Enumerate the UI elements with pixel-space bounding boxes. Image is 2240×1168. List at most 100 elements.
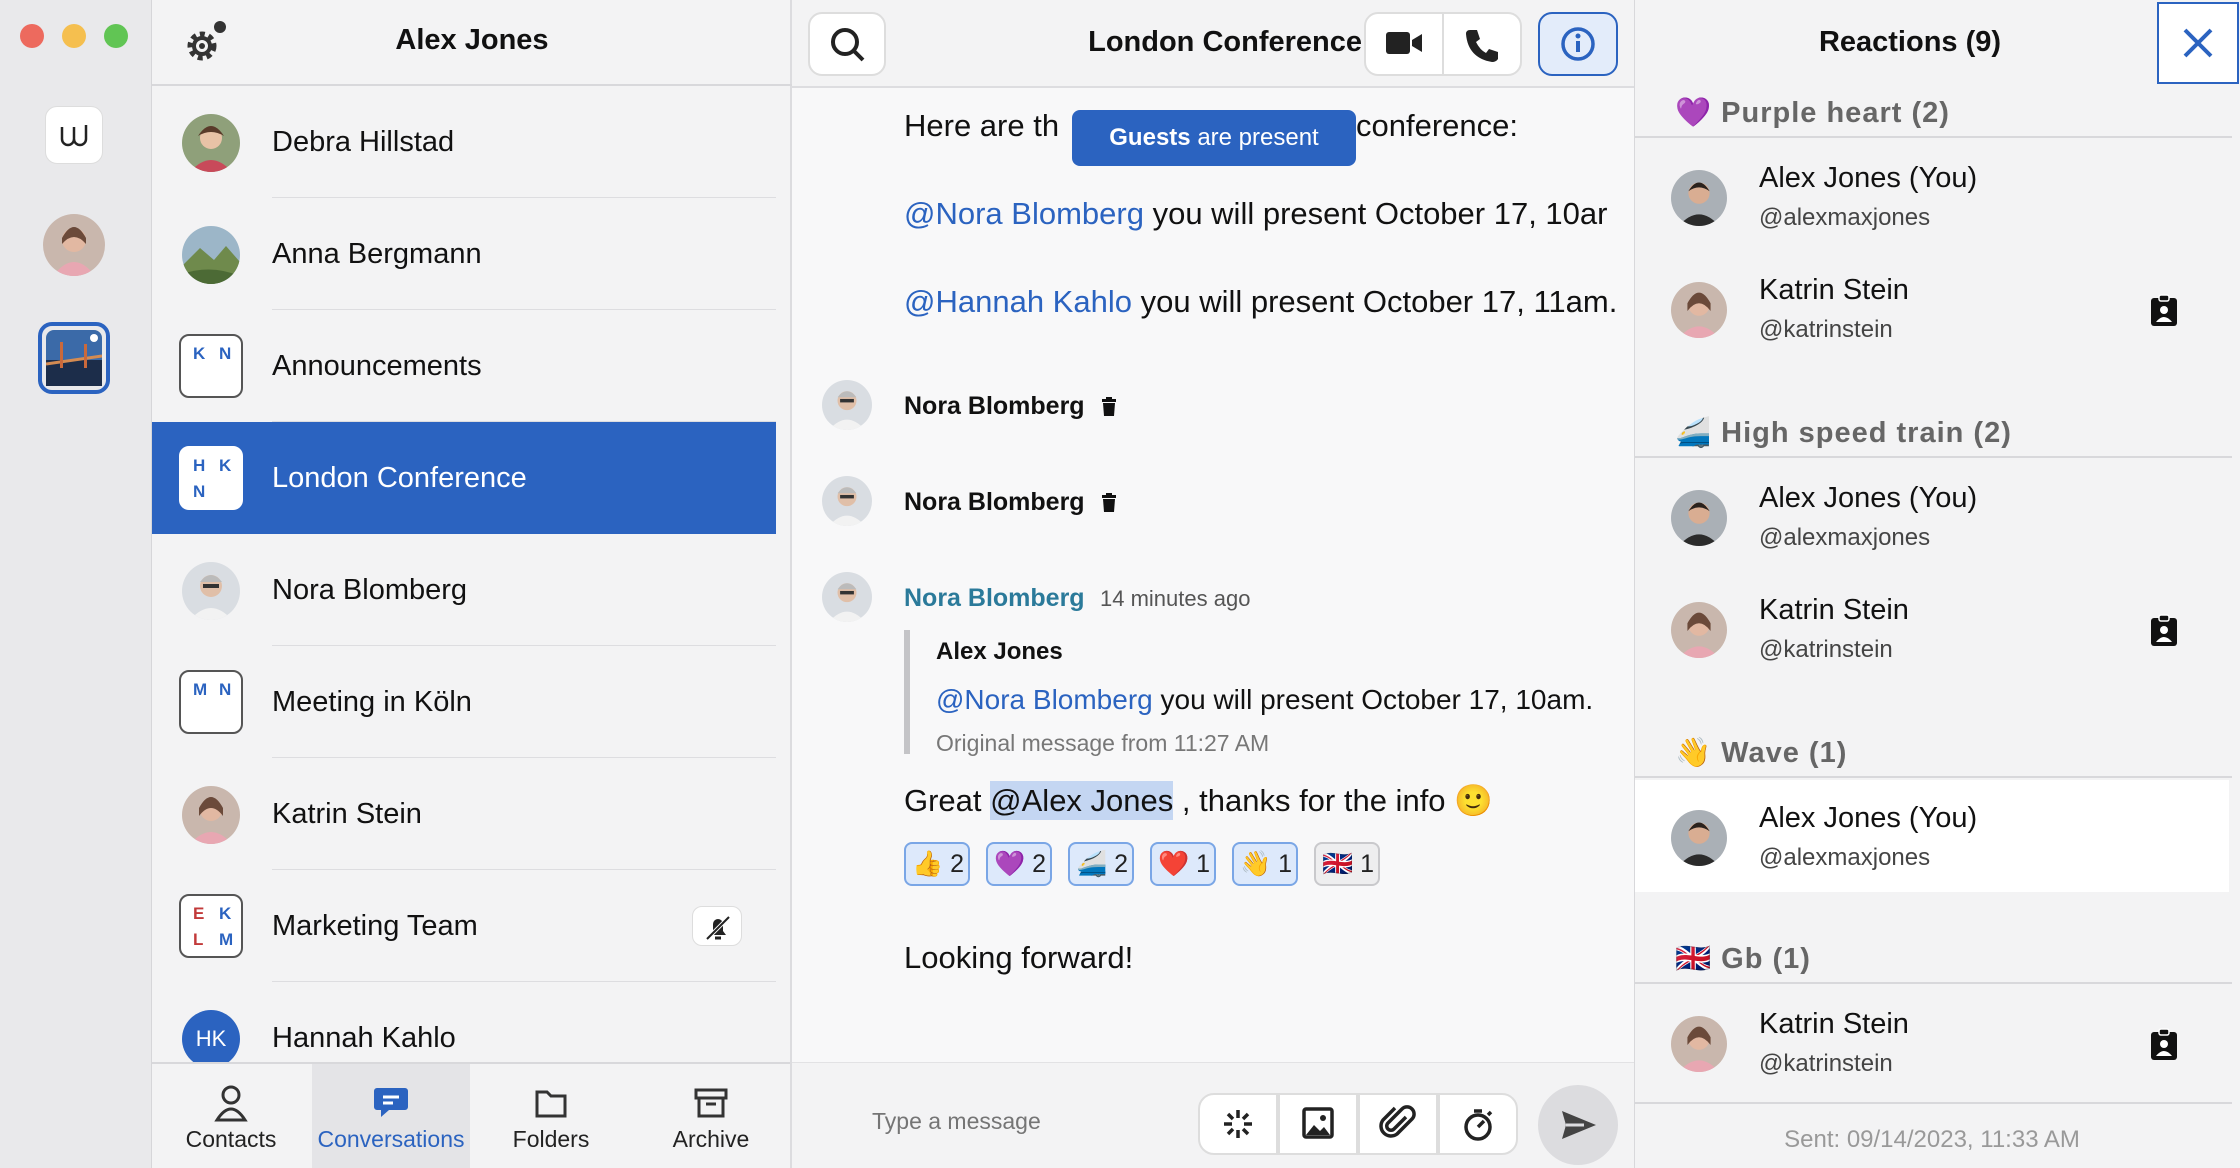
tab-folders[interactable]: Folders [472, 1064, 630, 1168]
reaction-gb-flag[interactable]: 🇬🇧 1 [1314, 842, 1380, 886]
quote-author: Alex Jones [936, 638, 1063, 665]
avatar[interactable] [822, 380, 872, 430]
reaction-user-row[interactable]: Katrin Stein @katrinstein [1635, 252, 2229, 364]
wire-logo-icon[interactable] [45, 106, 103, 164]
info-icon [1561, 27, 1595, 61]
conversation-item-katrin-stein[interactable]: Katrin Stein [152, 758, 776, 870]
maximize-window-button[interactable] [104, 24, 128, 48]
tab-conversations[interactable]: Conversations [312, 1064, 470, 1168]
reaction-group-heading: 💜 Purple heart (2) [1675, 97, 1950, 129]
presentation-line-2: @Hannah Kahlo you will present October 1… [904, 284, 1618, 319]
group-avatar: E K L M [179, 894, 243, 958]
reaction-user-row-highlighted[interactable]: Alex Jones (You) @alexmaxjones [1635, 780, 2229, 892]
reaction-user-row[interactable]: Katrin Stein @katrinstein [1635, 572, 2229, 684]
conversation-info-button[interactable] [1538, 12, 1618, 76]
reply-body: Great @Alex Jones , thanks for the info … [904, 781, 1493, 820]
account-avatar[interactable] [43, 214, 105, 276]
reaction-user-row[interactable]: Alex Jones (You) @alexmaxjones [1635, 460, 2229, 572]
guest-badge-icon [2149, 294, 2179, 328]
reaction-thumbs-up[interactable]: 👍 2 [904, 842, 970, 886]
timed-message-button[interactable] [1438, 1093, 1518, 1155]
conversation-item-london-conference[interactable]: H K N London Conference [152, 422, 776, 534]
list-header: Alex Jones [152, 0, 792, 86]
mention[interactable]: @Nora Blomberg [904, 196, 1144, 231]
reaction-purple-heart[interactable]: 💜 2 [986, 842, 1052, 886]
message-input[interactable] [872, 1091, 1172, 1151]
conversation-item-hannah-kahlo[interactable]: HK Hannah Kahlo [152, 982, 776, 1062]
close-icon [2183, 28, 2213, 58]
conversation-item-nora-blomberg[interactable]: Nora Blomberg [152, 534, 776, 646]
close-window-button[interactable] [20, 24, 44, 48]
group-avatar: H K N [179, 446, 243, 510]
message-timestamp: 14 minutes ago [1100, 586, 1251, 611]
reaction-user-row[interactable]: Alex Jones (You) @alexmaxjones [1635, 140, 2229, 252]
avatar [1671, 602, 1727, 658]
send-arrow-icon [1562, 1111, 1596, 1139]
audio-call-button[interactable] [1442, 12, 1522, 76]
intro-message-end: conference: [1356, 108, 1518, 143]
conversation-item-announcements[interactable]: K N Announcements [152, 310, 776, 422]
close-panel-button[interactable] [2157, 2, 2239, 84]
image-upload-button[interactable] [1278, 1093, 1358, 1155]
conversation-item-meeting-in-koln[interactable]: M N Meeting in Köln [152, 646, 776, 758]
current-user-name: Alex Jones [395, 24, 549, 56]
reactions-panel: Reactions (9) 💜 Purple heart (2) Alex Jo… [1634, 0, 2240, 1168]
deleted-message-sender: Nora Blomberg [904, 488, 1085, 516]
avatar [1671, 170, 1727, 226]
conversation-name: Meeting in Köln [272, 686, 472, 718]
reaction-group-heading: 👋 Wave (1) [1675, 737, 1848, 769]
conversation-title: London Conference [1088, 26, 1362, 58]
reaction-wave[interactable]: 👋 1 [1232, 842, 1298, 886]
avatar [1671, 282, 1727, 338]
minimize-window-button[interactable] [62, 24, 86, 48]
avatar[interactable] [822, 572, 872, 622]
conversation-name: Marketing Team [272, 910, 478, 942]
folder-icon [535, 1090, 567, 1118]
avatar[interactable] [822, 476, 872, 526]
chat-icon [374, 1088, 408, 1117]
mention-highlighted[interactable]: @Alex Jones [990, 781, 1174, 820]
mention[interactable]: @Hannah Kahlo [904, 284, 1132, 319]
ping-icon [1224, 1110, 1252, 1138]
panel-header: Reactions (9) [1635, 0, 2240, 86]
conversation-name: Hannah Kahlo [272, 1022, 456, 1054]
presentation-line-1: @Nora Blomberg you will present October … [904, 196, 1608, 231]
conversation-name: Nora Blomberg [272, 574, 468, 606]
video-call-button[interactable] [1364, 12, 1444, 76]
send-button[interactable] [1538, 1085, 1618, 1165]
archive-icon [694, 1088, 728, 1118]
conversation-item-anna-bergmann[interactable]: Anna Bergmann [152, 198, 776, 310]
search-button[interactable] [808, 12, 886, 76]
message-composer [792, 1062, 1634, 1168]
conversation-name: Debra Hillstad [272, 126, 455, 158]
workspace-rail [0, 0, 152, 1168]
conversation-item-debra-hillstad[interactable]: Debra Hillstad [152, 86, 776, 198]
panel-title: Reactions (9) [1818, 26, 2002, 58]
last-message: Looking forward! [904, 940, 1134, 975]
conversation-item-marketing-team[interactable]: E K L M Marketing Team [152, 870, 776, 982]
deleted-message-sender: Nora Blomberg [904, 392, 1085, 420]
quoted-message[interactable]: @Nora Blomberg you will present October … [936, 684, 1593, 716]
avatar [182, 562, 240, 620]
trash-icon [1100, 396, 1118, 418]
team-avatar-selected[interactable] [38, 322, 110, 394]
reaction-group-heading: 🇬🇧 Gb (1) [1675, 943, 1811, 975]
timer-icon [1464, 1109, 1493, 1141]
reaction-train[interactable]: 🚄 2 [1068, 842, 1134, 886]
ping-button[interactable] [1198, 1093, 1278, 1155]
tab-archive[interactable]: Archive [632, 1064, 790, 1168]
trash-icon [1100, 492, 1118, 514]
avatar: HK [182, 1010, 240, 1062]
group-avatar: M N [179, 670, 243, 734]
intro-message: Here are th [904, 108, 1060, 143]
reply-sender[interactable]: Nora Blomberg [904, 584, 1085, 613]
tab-contacts[interactable]: Contacts [152, 1064, 310, 1168]
avatar [182, 114, 240, 172]
reaction-user-row[interactable]: Katrin Stein @katrinstein [1635, 986, 2229, 1098]
attach-file-button[interactable] [1358, 1093, 1438, 1155]
quote-original-meta: Original message from 11:27 AM [936, 730, 1270, 756]
reaction-red-heart[interactable]: ❤️ 1 [1150, 842, 1216, 886]
avatar [182, 786, 240, 844]
phone-icon [1466, 30, 1498, 62]
conversation-name: Announcements [272, 350, 482, 382]
